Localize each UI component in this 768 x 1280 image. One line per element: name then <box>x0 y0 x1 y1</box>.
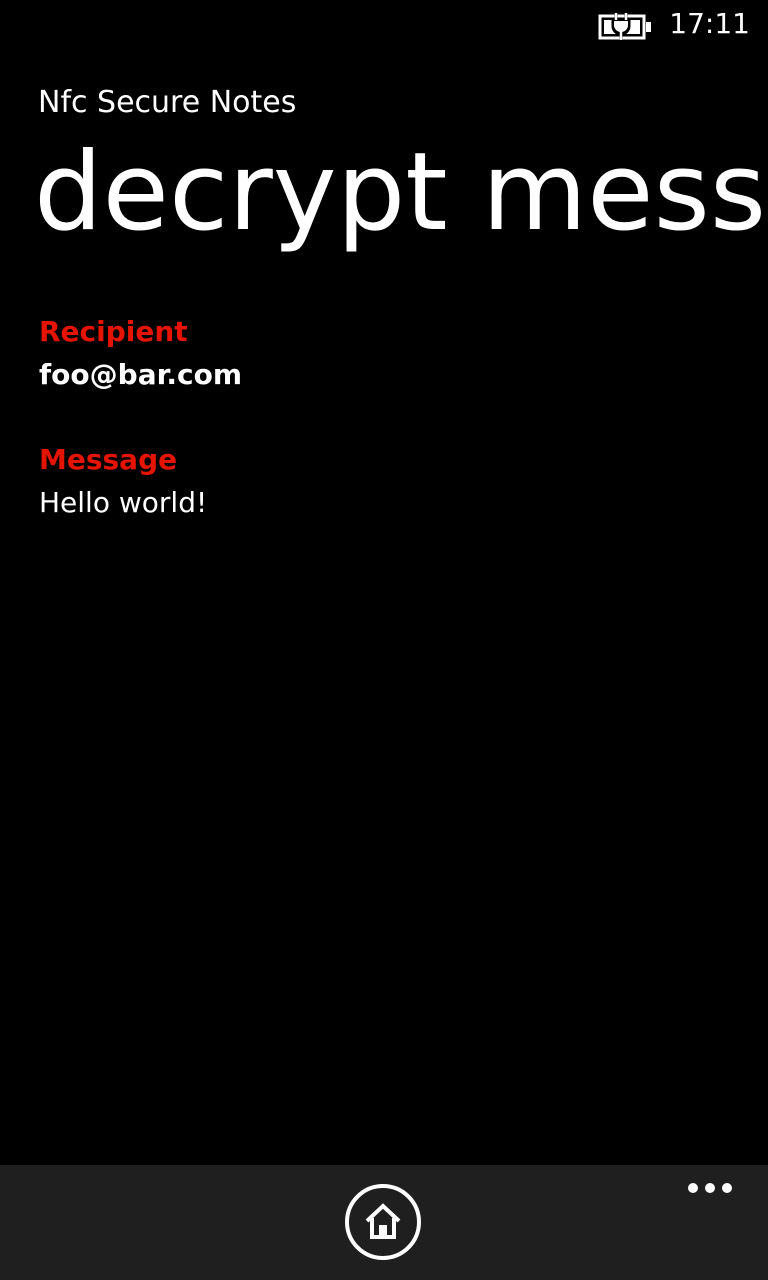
more-button[interactable] <box>680 1179 740 1199</box>
ellipsis-icon <box>722 1183 732 1193</box>
recipient-value: foo@bar.com <box>39 358 243 391</box>
home-icon <box>365 1203 401 1239</box>
ellipsis-icon <box>705 1183 715 1193</box>
status-clock: 17:11 <box>669 7 750 40</box>
message-label: Message <box>39 443 178 476</box>
app-name: Nfc Secure Notes <box>38 85 297 120</box>
message-value: Hello world! <box>39 486 208 519</box>
home-button[interactable] <box>345 1184 421 1260</box>
app-bar <box>0 1165 768 1280</box>
recipient-label: Recipient <box>39 315 188 348</box>
ellipsis-icon <box>688 1183 698 1193</box>
battery-charging-icon <box>598 12 654 40</box>
page-title-container: decrypt message <box>0 128 768 268</box>
page-title: decrypt message <box>34 130 768 255</box>
status-bar: 17:11 <box>0 0 768 50</box>
